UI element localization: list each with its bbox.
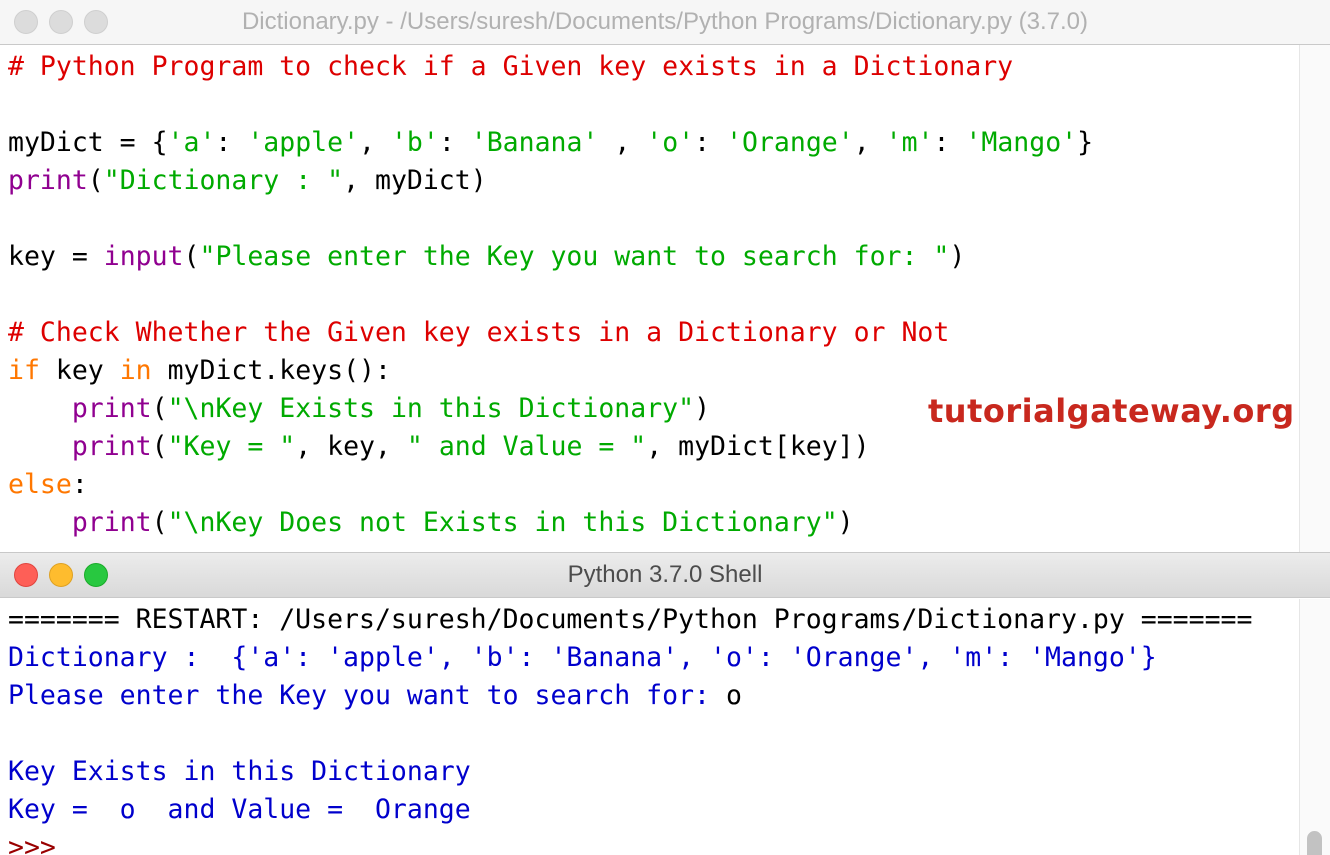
code-token: 'Mango': [965, 127, 1078, 158]
shell-line: Dictionary : {'a': 'apple', 'b': 'Banana…: [8, 639, 1330, 677]
code-token: # Check Whether the Given key exists in …: [8, 317, 950, 348]
shell-line: Please enter the Key you want to search …: [8, 677, 1330, 715]
code-token: (: [183, 241, 200, 272]
editor-window-title: Dictionary.py - /Users/suresh/Documents/…: [241, 8, 1089, 35]
shell-titlebar[interactable]: Python 3.7.0 Shell: [0, 553, 1330, 598]
code-token: (: [151, 431, 168, 462]
code-token: 'Orange': [726, 127, 854, 158]
code-token: "Key = ": [167, 431, 296, 462]
code-token: , myDict): [343, 165, 487, 196]
code-token: :: [933, 127, 966, 158]
editor-zoom-button[interactable]: [84, 10, 108, 34]
code-line: print("\nKey Does not Exists in this Dic…: [8, 504, 1330, 542]
code-token: :: [694, 127, 727, 158]
shell-line: Key = o and Value = Orange: [8, 791, 1330, 829]
shell-output-area[interactable]: ======= RESTART: /Users/suresh/Documents…: [0, 598, 1330, 855]
code-token: print: [8, 165, 88, 196]
code-token: myDict.keys():: [151, 355, 391, 386]
code-token: 'o': [646, 127, 695, 158]
code-line: print("Key = ", key, " and Value = ", my…: [8, 428, 1330, 466]
code-token: key =: [8, 241, 104, 272]
code-token: Key Exists in this Dictionary: [8, 756, 471, 787]
editor-code-area[interactable]: # Python Program to check if a Given key…: [0, 45, 1330, 542]
shell-line: >>>: [8, 829, 1330, 855]
code-token: (: [87, 165, 104, 196]
code-token: (: [151, 393, 168, 424]
editor-minimize-button[interactable]: [49, 10, 73, 34]
code-token: input: [103, 241, 184, 272]
shell-zoom-button[interactable]: [84, 563, 108, 587]
code-token: (: [151, 507, 168, 538]
code-line: myDict = {'a': 'apple', 'b': 'Banana' , …: [8, 124, 1330, 162]
code-token: else: [8, 469, 72, 500]
code-token: 'm': [885, 127, 934, 158]
code-token: if: [8, 355, 40, 386]
code-token: Key = o and Value = Orange: [8, 794, 471, 825]
code-token: Please enter the Key you want to search …: [8, 680, 726, 711]
code-token: print: [71, 507, 152, 538]
shell-minimize-button[interactable]: [49, 563, 73, 587]
code-token: 'Banana': [470, 127, 599, 158]
code-token: key: [39, 355, 120, 386]
code-token: myDict = {: [8, 127, 168, 158]
editor-window: Dictionary.py - /Users/suresh/Documents/…: [0, 0, 1330, 552]
shell-scrollbar[interactable]: [1299, 599, 1330, 855]
code-token: :: [438, 127, 471, 158]
code-token: print: [71, 393, 152, 424]
code-token: ): [949, 241, 966, 272]
code-token: o: [725, 680, 742, 711]
code-token: "\nKey Does not Exists in this Dictionar…: [167, 507, 838, 538]
shell-window: Python 3.7.0 Shell ======= RESTART: /Use…: [0, 552, 1330, 855]
code-token: >>>: [8, 832, 56, 855]
code-token: 'apple': [247, 127, 360, 158]
shell-close-button[interactable]: [14, 563, 38, 587]
code-line: key = input("Please enter the Key you wa…: [8, 238, 1330, 276]
shell-window-title: Python 3.7.0 Shell: [567, 561, 763, 588]
code-token: ======= RESTART: /Users/suresh/Documents…: [8, 604, 1253, 635]
code-token: "Please enter the Key you want to search…: [199, 241, 950, 272]
code-token: "\nKey Exists in this Dictionary": [167, 393, 695, 424]
code-token: ,: [853, 127, 886, 158]
code-token: ): [694, 393, 711, 424]
shell-scrollbar-thumb[interactable]: [1307, 831, 1322, 855]
code-token: " and Value = ": [406, 431, 647, 462]
code-token: ,: [598, 127, 647, 158]
code-token: print: [71, 431, 152, 462]
code-token: :: [71, 469, 88, 500]
code-token: ): [837, 507, 854, 538]
code-token: # Python Program to check if a Given key…: [8, 51, 1014, 82]
code-token: , key,: [295, 431, 407, 462]
code-token: "Dictionary : ": [103, 165, 344, 196]
code-line: else:: [8, 466, 1330, 504]
editor-close-button[interactable]: [14, 10, 38, 34]
code-token: :: [215, 127, 248, 158]
code-token: }: [1077, 127, 1094, 158]
code-token: ,: [359, 127, 391, 158]
editor-titlebar[interactable]: Dictionary.py - /Users/suresh/Documents/…: [0, 0, 1330, 45]
editor-window-controls: [14, 10, 119, 34]
code-token: 'b': [390, 127, 439, 158]
shell-window-controls: [14, 563, 119, 587]
shell-line: Key Exists in this Dictionary: [8, 753, 1330, 791]
code-token: Dictionary : {'a': 'apple', 'b': 'Banana…: [8, 642, 1157, 673]
editor-scrollbar[interactable]: [1299, 45, 1330, 552]
watermark-logo: tutorialgateway.org: [928, 392, 1295, 430]
code-token: , myDict[key]): [646, 431, 870, 462]
code-token: in: [119, 355, 152, 386]
code-line: if key in myDict.keys():: [8, 352, 1330, 390]
shell-line: ======= RESTART: /Users/suresh/Documents…: [8, 601, 1330, 639]
code-token: 'a': [167, 127, 216, 158]
code-line: print("Dictionary : ", myDict): [8, 162, 1330, 200]
code-line: # Check Whether the Given key exists in …: [8, 314, 1330, 352]
code-line: # Python Program to check if a Given key…: [8, 48, 1330, 86]
